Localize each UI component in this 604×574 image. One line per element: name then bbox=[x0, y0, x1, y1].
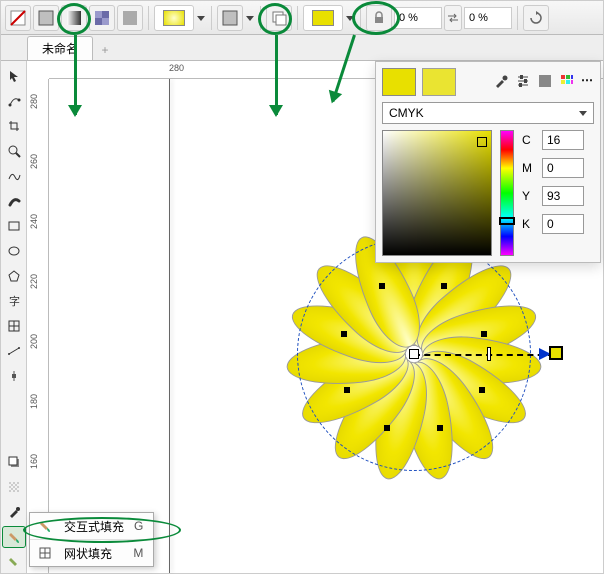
fill-midpoint-handle[interactable] bbox=[487, 347, 491, 361]
separator bbox=[211, 6, 212, 30]
color-field-marker[interactable] bbox=[477, 137, 487, 147]
eyedropper-icon[interactable] bbox=[493, 73, 509, 92]
transparency-start-value: 0 % bbox=[399, 12, 418, 24]
flyout-item-mesh-fill[interactable]: 网状填充 M bbox=[30, 540, 153, 566]
ruler-tick: 160 bbox=[29, 454, 39, 469]
ruler-tick: 200 bbox=[29, 334, 39, 349]
palette-icon[interactable] bbox=[537, 73, 553, 92]
add-tab-button[interactable]: + bbox=[95, 40, 115, 60]
workspace: 字 280 280 260 240 220 200 180 160 140 bbox=[1, 61, 603, 573]
hue-slider[interactable] bbox=[500, 130, 514, 256]
c-label: C bbox=[522, 133, 536, 147]
interactive-fill-tool-icon[interactable] bbox=[2, 526, 26, 548]
text-tool-icon[interactable]: 字 bbox=[2, 290, 26, 312]
hue-marker[interactable] bbox=[499, 217, 515, 225]
flyout-label: 网状填充 bbox=[64, 545, 123, 562]
flyout-label: 交互式填充 bbox=[64, 518, 124, 535]
chevron-down-icon bbox=[579, 109, 587, 117]
fill-tool-flyout: 交互式填充 G 网状填充 M bbox=[29, 512, 154, 567]
document-tab[interactable]: 未命名 bbox=[27, 36, 93, 60]
connector-tool-icon[interactable] bbox=[2, 365, 26, 387]
fountain-fill-button[interactable] bbox=[61, 5, 87, 31]
flyout-shortcut: G bbox=[134, 519, 143, 533]
smart-fill-tool-icon[interactable] bbox=[2, 551, 26, 573]
m-input[interactable] bbox=[542, 158, 584, 178]
rectangle-tool-icon[interactable] bbox=[2, 215, 26, 237]
separator bbox=[260, 6, 261, 30]
y-label: Y bbox=[522, 189, 536, 203]
toolbox: 字 bbox=[1, 61, 27, 573]
color-picker-panel: ⋯ CMYK C M Y K bbox=[375, 61, 601, 263]
current-color-swatch[interactable] bbox=[382, 68, 416, 96]
transparency-tool-icon[interactable] bbox=[2, 476, 26, 498]
dimension-tool-icon[interactable] bbox=[2, 340, 26, 362]
color-grid-icon[interactable] bbox=[559, 73, 575, 92]
transparency-start[interactable]: 0 % bbox=[394, 7, 442, 29]
mesh-fill-icon bbox=[36, 544, 54, 562]
svg-text:字: 字 bbox=[9, 294, 20, 308]
pick-tool-icon[interactable] bbox=[2, 65, 26, 87]
table-tool-icon[interactable] bbox=[2, 315, 26, 337]
more-icon[interactable]: ⋯ bbox=[581, 73, 594, 92]
lock-icon[interactable] bbox=[366, 5, 392, 31]
m-label: M bbox=[522, 161, 536, 175]
ruler-tick: 240 bbox=[29, 214, 39, 229]
ruler-tick: 180 bbox=[29, 394, 39, 409]
page-edge bbox=[169, 79, 170, 573]
pattern-fill-button[interactable] bbox=[89, 5, 115, 31]
mid-node-swatch[interactable] bbox=[217, 5, 243, 31]
fill-start-handle[interactable] bbox=[409, 349, 419, 359]
zoom-tool-icon[interactable] bbox=[2, 140, 26, 162]
start-color-swatch[interactable] bbox=[154, 5, 194, 31]
mid-node-dropdown[interactable] bbox=[245, 14, 255, 22]
polygon-tool-icon[interactable] bbox=[2, 265, 26, 287]
previous-color-swatch[interactable] bbox=[422, 68, 456, 96]
vertical-ruler: 280 260 240 220 200 180 160 140 bbox=[27, 79, 49, 573]
transparency-end-value: 0 % bbox=[469, 12, 488, 24]
ruler-tick: 260 bbox=[29, 154, 39, 169]
flyout-item-interactive-fill[interactable]: 交互式填充 G bbox=[30, 513, 153, 540]
ruler-tick: 280 bbox=[169, 63, 184, 73]
swap-icon[interactable] bbox=[444, 5, 462, 31]
document-tab-label: 未命名 bbox=[42, 42, 78, 56]
start-color-dropdown[interactable] bbox=[196, 14, 206, 22]
ruler-tick: 220 bbox=[29, 274, 39, 289]
uniform-fill-button[interactable] bbox=[33, 5, 59, 31]
k-input[interactable] bbox=[542, 214, 584, 234]
color-model-label: CMYK bbox=[389, 106, 424, 120]
texture-fill-button[interactable] bbox=[117, 5, 143, 31]
color-model-dropdown[interactable]: CMYK bbox=[382, 102, 594, 124]
separator bbox=[360, 6, 361, 30]
no-fill-button[interactable] bbox=[5, 5, 31, 31]
end-color-dropdown[interactable] bbox=[345, 14, 355, 22]
ruler-tick: 280 bbox=[29, 94, 39, 109]
fill-vector[interactable] bbox=[414, 354, 554, 356]
shape-tool-icon[interactable] bbox=[2, 90, 26, 112]
fill-end-handle[interactable] bbox=[549, 346, 563, 360]
separator bbox=[517, 6, 518, 30]
separator bbox=[297, 6, 298, 30]
ellipse-tool-icon[interactable] bbox=[2, 240, 26, 262]
eyedropper-tool-icon[interactable] bbox=[2, 501, 26, 523]
crop-tool-icon[interactable] bbox=[2, 115, 26, 137]
k-label: K bbox=[522, 217, 536, 231]
end-color-swatch[interactable] bbox=[303, 5, 343, 31]
color-field[interactable] bbox=[382, 130, 492, 256]
document-tabstrip: 未命名 + bbox=[1, 35, 603, 61]
y-input[interactable] bbox=[542, 186, 584, 206]
separator bbox=[148, 6, 149, 30]
cmyk-fields: C M Y K bbox=[522, 130, 584, 256]
freehand-tool-icon[interactable] bbox=[2, 165, 26, 187]
transparency-end[interactable]: 0 % bbox=[464, 7, 512, 29]
interactive-fill-icon bbox=[36, 517, 54, 535]
artistic-media-icon[interactable] bbox=[2, 190, 26, 212]
c-input[interactable] bbox=[542, 130, 584, 150]
sliders-icon[interactable] bbox=[515, 73, 531, 92]
flyout-shortcut: M bbox=[133, 546, 143, 560]
refresh-icon[interactable] bbox=[523, 5, 549, 31]
dropshadow-tool-icon[interactable] bbox=[2, 451, 26, 473]
property-bar: 0 % 0 % bbox=[1, 1, 603, 35]
copy-fill-button[interactable] bbox=[266, 5, 292, 31]
